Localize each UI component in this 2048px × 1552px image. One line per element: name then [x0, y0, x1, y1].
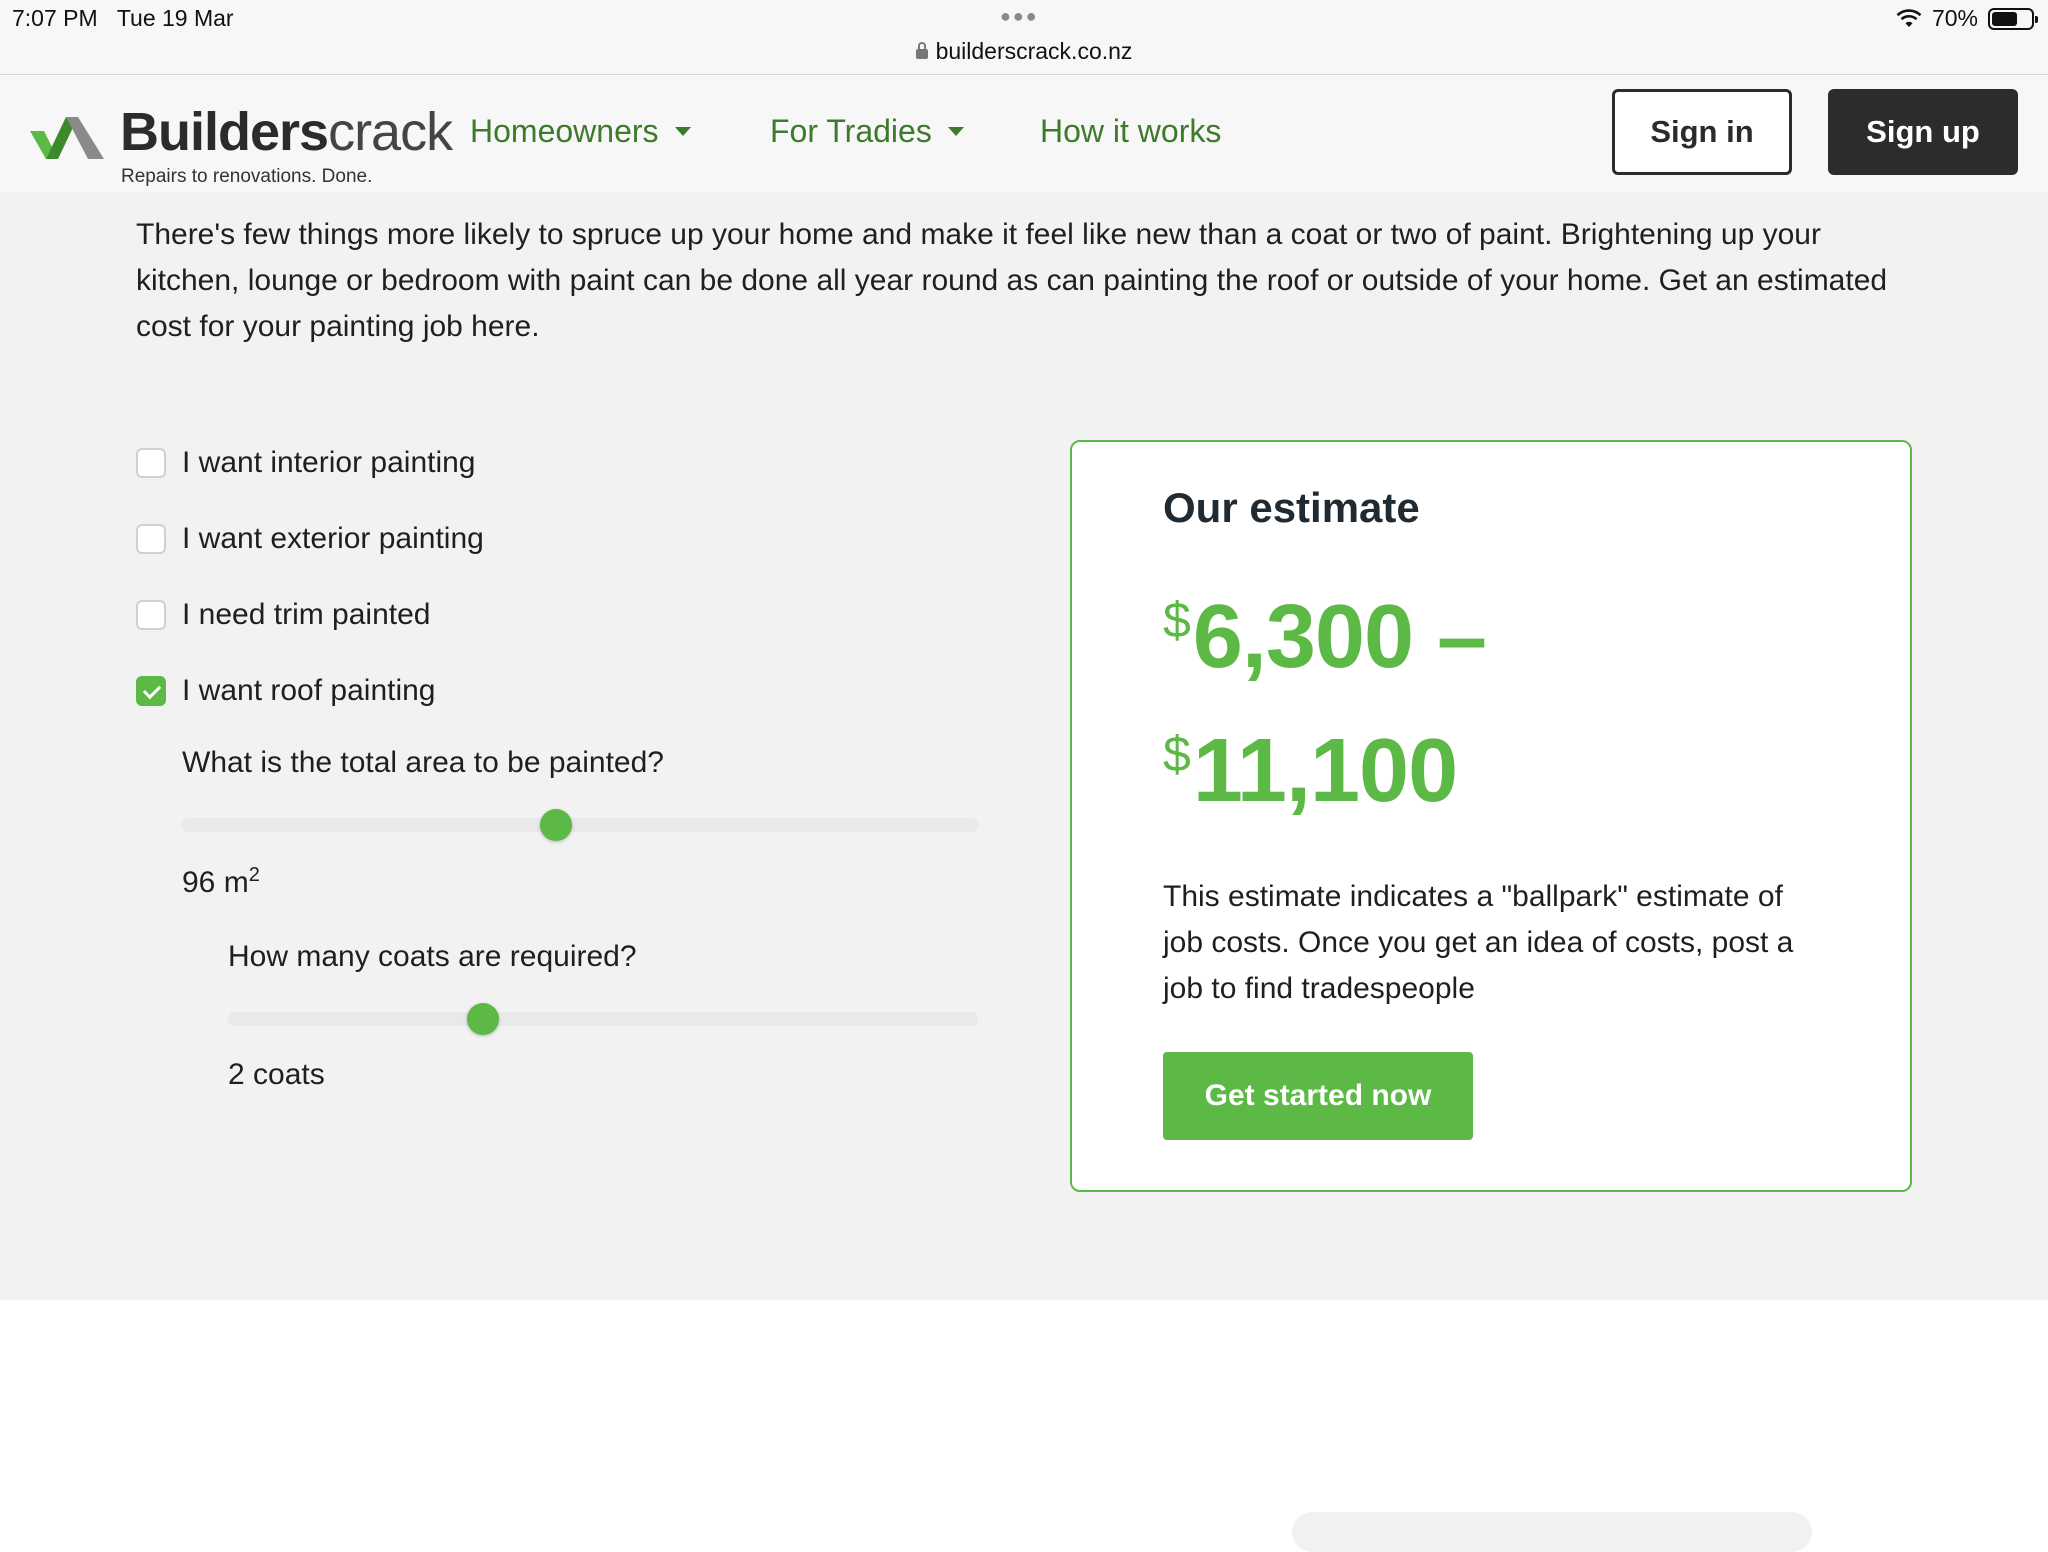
area-slider[interactable] — [182, 809, 978, 841]
option-exterior-painting[interactable]: I want exterior painting — [136, 519, 484, 559]
intro-paragraph: There's few things more likely to spruce… — [136, 218, 1888, 343]
checkbox-trim[interactable] — [136, 600, 166, 630]
site-navbar: Builderscrack Repairs to renovations. Do… — [0, 75, 2048, 192]
nav-for-tradies[interactable]: For Tradies — [770, 113, 964, 150]
checkbox-exterior[interactable] — [136, 524, 166, 554]
option-interior-painting[interactable]: I want interior painting — [136, 443, 476, 483]
browser-status-bar: 7:07 PM Tue 19 Mar ●●● builderscrack.co.… — [0, 0, 2048, 75]
battery-percent: 70% — [1931, 5, 1978, 31]
caret-down-icon — [674, 127, 691, 136]
next-section-pill — [1292, 1512, 1812, 1552]
logo-wordmark: Builderscrack — [120, 102, 453, 162]
cost-calculator-section: There's few things more likely to spruce… — [0, 192, 2048, 1300]
logo-mark-icon — [30, 117, 104, 159]
next-section — [0, 1300, 2048, 1552]
wifi-icon — [1896, 8, 1922, 27]
estimate-description: This estimate indicates a "ballpark" est… — [1163, 880, 1794, 1005]
nav-how-it-works[interactable]: How it works — [1040, 113, 1221, 150]
checkbox-roof-checked[interactable] — [136, 676, 166, 706]
sign-up-button[interactable]: Sign up — [1828, 89, 2018, 175]
area-question: What is the total area to be painted? — [182, 746, 664, 779]
battery-icon — [1988, 7, 2038, 30]
estimate-low: $6,300 – — [1163, 587, 1487, 687]
option-trim-painting[interactable]: I need trim painted — [136, 595, 430, 635]
option-label: I want roof painting — [182, 674, 436, 707]
status-time: 7:07 PM Tue 19 Mar — [12, 5, 234, 31]
coats-slider[interactable] — [228, 1003, 978, 1035]
nav-homeowners[interactable]: Homeowners — [470, 113, 691, 150]
checkbox-interior[interactable] — [136, 448, 166, 478]
status-indicators: 70% — [1896, 5, 2038, 32]
estimate-high: $11,100 — [1163, 721, 1458, 821]
lock-icon — [915, 42, 928, 59]
estimate-title: Our estimate — [1163, 484, 1420, 531]
estimate-card: Our estimate $6,300 – $11,100 This estim… — [1070, 440, 1912, 1192]
option-label: I want interior painting — [182, 446, 476, 479]
option-label: I need trim painted — [182, 598, 431, 631]
area-slider-handle[interactable] — [540, 809, 573, 841]
logo-tagline: Repairs to renovations. Done. — [121, 166, 373, 187]
coats-question: How many coats are required? — [228, 940, 637, 973]
url-bar[interactable]: builderscrack.co.nz — [0, 38, 2048, 65]
get-started-button[interactable]: Get started now — [1163, 1052, 1473, 1140]
area-value: 96 m2 — [182, 864, 260, 899]
browser-menu-dots[interactable]: ●●● — [1000, 6, 1039, 27]
coats-value: 2 coats — [228, 1058, 325, 1091]
option-label: I want exterior painting — [182, 522, 484, 555]
url-text: builderscrack.co.nz — [935, 38, 1133, 64]
sign-in-button[interactable]: Sign in — [1612, 89, 1792, 175]
builderscrack-logo[interactable]: Builderscrack Repairs to renovations. Do… — [30, 95, 453, 187]
caret-down-icon — [947, 127, 964, 136]
coats-slider-handle[interactable] — [467, 1003, 499, 1035]
option-roof-painting[interactable]: I want roof painting — [136, 671, 436, 711]
